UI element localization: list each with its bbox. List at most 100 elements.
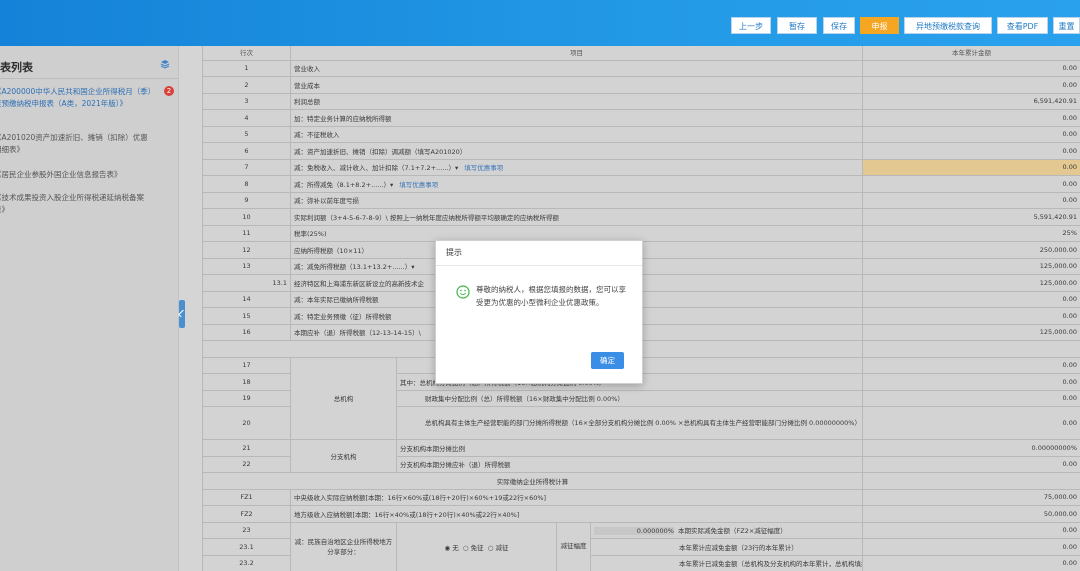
row-item: 减：不征税收入 xyxy=(290,125,863,143)
row-item: 减：所得减免（8.1+8.2+......）▾ 填写优惠事项 xyxy=(290,175,863,193)
row-no: FZ2 xyxy=(202,505,291,523)
row-item: 总机构具有主体生产经营职能的部门分摊所得税额（16×全部分支机构分摊比例 0.0… xyxy=(396,406,863,440)
smile-icon xyxy=(456,285,470,299)
row-amount[interactable]: 0.00 xyxy=(862,59,1080,77)
row-amount: 0.00 xyxy=(862,389,1080,407)
row-amount[interactable]: 0.00 xyxy=(862,307,1080,325)
row-no: 18 xyxy=(202,373,291,391)
top-toolbar: 上一步 暂存 保存 申报 异地预缴税款查询 查看PDF 重置 xyxy=(0,0,1080,46)
row-amount[interactable]: 6,591,420.91 xyxy=(862,92,1080,110)
row-amount: 0.00 xyxy=(862,455,1080,473)
table-row: 7 减：免税收入、减计收入、加计扣除（7.1+7.2+......）▾ 填写优惠事项… xyxy=(202,158,1080,176)
view-pdf-button[interactable]: 查看PDF xyxy=(997,17,1048,34)
row-amount: 0.00000000% xyxy=(862,439,1080,457)
sidebar-item-foreign-report[interactable]: 《居民企业参股外国企业信息报告表》 xyxy=(0,169,168,181)
row-no: 21 xyxy=(202,439,291,457)
fill-preference-link[interactable]: 填写优惠事项 xyxy=(399,181,438,189)
sidebar-item-label: 《A200000中华人民共和国企业所得税月（季）度预缴纳税申报表（A类，2021… xyxy=(0,87,152,108)
row-amount[interactable]: 0.00 xyxy=(862,290,1080,308)
row-amount: 250,000.00 xyxy=(862,241,1080,259)
row-amount: 25% xyxy=(862,224,1080,242)
radio-exempt[interactable]: ○ 免征 xyxy=(461,544,484,552)
row-amount[interactable]: 0.00 xyxy=(862,175,1080,193)
row-item: 减：资产加速折旧、摊销（扣除）调减额（填写A201020） xyxy=(290,142,863,160)
row-no: 22 xyxy=(202,455,291,473)
confirm-button[interactable]: 确定 xyxy=(591,352,624,369)
reset-button[interactable]: 重置 xyxy=(1053,17,1080,34)
row-item: 0.000000% 本期实际减免金额（FZ2×减征幅度） xyxy=(590,521,863,539)
row-amount: 0.00 xyxy=(862,356,1080,374)
row-amount[interactable]: 0.00 xyxy=(862,158,1080,176)
row-amount[interactable]: 0.00 xyxy=(862,191,1080,209)
row-no: 14 xyxy=(202,290,291,308)
sidebar-item-tech-investment[interactable]: 《技术成果投资入股企业所得税递延纳税备案表》 xyxy=(0,192,168,216)
table-row: FZ1 中央级收入实际应纳税额[本期：16行×60%或(18行+20行)×60%+… xyxy=(202,488,1080,506)
layers-icon[interactable] xyxy=(160,59,170,69)
ethnic-region-label: 减：民族自治地区企业所得税地方分享部分： xyxy=(290,521,397,571)
exemption-radio-group: ◉ 无 ○ 免征 ○ 减征 xyxy=(396,521,557,571)
row-item: 本年累计已减免金额（总机构及分支机构的本年累计，总机构填报） xyxy=(590,554,863,571)
row-no: 23 xyxy=(202,521,291,539)
row-no: 4 xyxy=(202,109,291,127)
row-amount[interactable]: 5,591,420.91 xyxy=(862,208,1080,226)
row-no: 9 xyxy=(202,191,291,209)
row-no: 7 xyxy=(202,158,291,176)
temp-save-button[interactable]: 暂存 xyxy=(777,17,817,34)
fill-preference-link[interactable]: 填写优惠事项 xyxy=(464,164,503,172)
declare-button[interactable]: 申报 xyxy=(860,17,899,34)
row-amount[interactable]: 0.00 xyxy=(862,109,1080,127)
row-no: 15 xyxy=(202,307,291,325)
table-row: 23 减：民族自治地区企业所得税地方分享部分： ◉ 无 ○ 免征 ○ 减征 减征… xyxy=(202,521,1080,571)
row-item: 利润总额 xyxy=(290,92,863,110)
table-row: 4 加：特定业务计算的应纳税所得额 0.00 xyxy=(202,109,1080,127)
header-item: 项目 xyxy=(290,46,863,61)
row-item: 实际利润额（3+4-5-6-7-8-9）\ 按照上一纳税年度应纳税所得额平均额确… xyxy=(290,208,863,226)
row-item: 地方级收入应纳税额[本期：16行×40%或(18行+20行)×40%或22行×4… xyxy=(290,505,863,523)
row-amount: 0.00 xyxy=(862,406,1080,440)
previous-step-button[interactable]: 上一步 xyxy=(731,17,771,34)
row-amount: 0.00 xyxy=(862,521,1080,539)
row-amount: 0.00 xyxy=(862,373,1080,391)
row-item: 营业成本 xyxy=(290,76,863,94)
table-row: 21 分支机构 分支机构本期分摊比例 0.00000000% xyxy=(202,439,1080,473)
row-amount: 125,000.00 xyxy=(862,323,1080,341)
row-item: 分支机构本期分摊应补（退）所得税额 xyxy=(396,455,863,473)
section-header: 实际缴纳企业所得税计算 xyxy=(202,472,1080,490)
table-row: 6 减：资产加速折旧、摊销（扣除）调减额（填写A201020） 0.00 xyxy=(202,142,1080,160)
dialog-message: 尊敬的纳税人，根据您填报的数据，您可以享受更为优惠的小型微利企业优惠政策。 xyxy=(476,285,626,307)
row-item-text[interactable]: 减：免税收入、减计收入、加计扣除（7.1+7.2+......）▾ xyxy=(294,164,458,172)
table-row: 5 减：不征税收入 0.00 xyxy=(202,125,1080,143)
row-no: 2 xyxy=(202,76,291,94)
reduction-rate-input[interactable]: 0.000000% xyxy=(594,527,674,536)
sidebar-collapse-handle[interactable] xyxy=(178,300,186,328)
row-item-text[interactable]: 减：所得减免（8.1+8.2+......）▾ xyxy=(294,181,393,189)
table-row: 10 实际利润额（3+4-5-6-7-8-9）\ 按照上一纳税年度应纳税所得额平均… xyxy=(202,208,1080,226)
row-no: 16 xyxy=(202,323,291,341)
table-row: 2 营业成本 0.00 xyxy=(202,76,1080,94)
table-row: 8 减：所得减免（8.1+8.2+......）▾ 填写优惠事项 0.00 xyxy=(202,175,1080,193)
row-item: 财政集中分配比例（总）所得税额（16×财政集中分配比例 0.00%） xyxy=(396,389,863,407)
radio-label: 无 xyxy=(452,543,459,552)
row-item-text: 本期实际减免金额（FZ2×减征幅度） xyxy=(678,527,787,536)
row-no: 3 xyxy=(202,92,291,110)
row-amount[interactable]: 0.00 xyxy=(862,76,1080,94)
row-amount: 75,000.00 xyxy=(862,488,1080,506)
radio-reduce[interactable]: ○ 减征 xyxy=(486,544,509,552)
section-title: 实际缴纳企业所得税计算 xyxy=(202,472,863,490)
remote-prepaid-query-button[interactable]: 异地预缴税款查询 xyxy=(904,17,992,34)
row-amount: 125,000.00 xyxy=(862,274,1080,292)
radio-label: 减征 xyxy=(495,543,509,552)
row-no: 17 xyxy=(202,356,291,374)
sidebar-item-a200000[interactable]: 《A200000中华人民共和国企业所得税月（季）度预缴纳税申报表（A类，2021… xyxy=(0,86,174,110)
row-no: 13 xyxy=(202,257,291,275)
table-row: 9 减：弥补以前年度亏损 0.00 xyxy=(202,191,1080,209)
radio-none[interactable]: ◉ 无 xyxy=(444,544,458,552)
row-no: 23.2 xyxy=(202,554,291,571)
sidebar-item-a201020[interactable]: 《A201020资产加速折旧、摊销（扣除）优惠明细表》 xyxy=(0,132,168,156)
row-amount[interactable]: 0.00 xyxy=(862,142,1080,160)
save-button[interactable]: 保存 xyxy=(823,17,855,34)
group-head-office: 总机构 xyxy=(290,356,397,440)
row-amount[interactable]: 0.00 xyxy=(862,125,1080,143)
sidebar-item-label: 《A201020资产加速折旧、摊销（扣除）优惠明细表》 xyxy=(0,133,148,154)
table-row: FZ2 地方级收入应纳税额[本期：16行×40%或(18行+20行)×40%或22… xyxy=(202,505,1080,523)
